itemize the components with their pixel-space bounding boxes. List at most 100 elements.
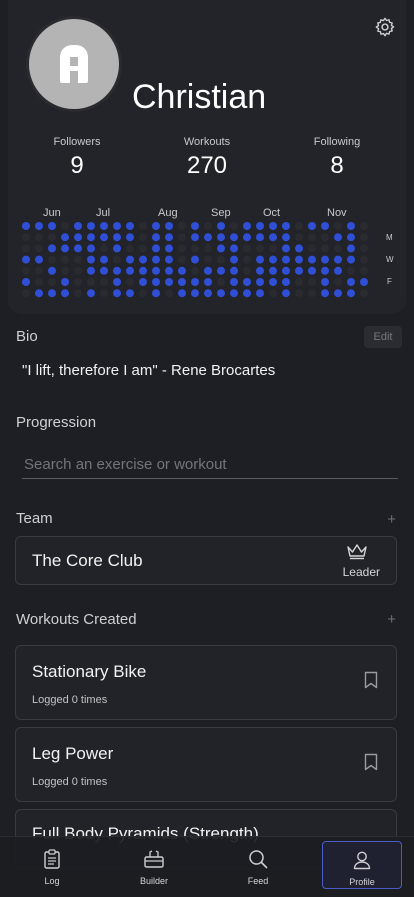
activity-dot xyxy=(321,266,329,275)
workout-logged-count: Logged 0 times xyxy=(32,776,108,788)
activity-dot xyxy=(22,255,30,264)
tab-label: Builder xyxy=(139,876,168,886)
activity-dot xyxy=(334,222,342,230)
activity-dot xyxy=(217,266,225,275)
activity-dot xyxy=(269,255,277,264)
day-label: M xyxy=(386,233,393,242)
activity-dot xyxy=(191,289,199,298)
activity-dot xyxy=(152,244,160,253)
workout-card[interactable]: Leg Power Logged 0 times xyxy=(15,727,397,802)
activity-dot xyxy=(295,233,303,242)
activity-dot xyxy=(334,233,342,242)
activity-dot xyxy=(100,233,108,242)
activity-dot xyxy=(74,278,82,286)
tab-profile[interactable]: Profile xyxy=(322,841,402,889)
activity-dot xyxy=(334,244,342,253)
add-workout-button[interactable]: + xyxy=(387,611,396,628)
activity-dot xyxy=(165,222,173,230)
activity-dot xyxy=(178,289,186,298)
workout-name: Stationary Bike xyxy=(32,662,147,681)
activity-dot xyxy=(152,255,160,264)
activity-dot xyxy=(126,244,134,253)
activity-dot xyxy=(295,255,303,264)
activity-dot xyxy=(113,289,121,298)
activity-dot xyxy=(100,255,108,264)
activity-dot xyxy=(22,233,30,242)
tab-builder[interactable]: Builder xyxy=(114,841,194,889)
activity-dot xyxy=(282,289,290,298)
activity-dot xyxy=(321,222,329,230)
activity-dot xyxy=(48,244,56,253)
activity-dot xyxy=(308,266,316,275)
activity-dot xyxy=(191,266,199,275)
activity-dot xyxy=(74,244,82,253)
stat-following[interactable]: Following 8 xyxy=(287,136,387,180)
gear-icon[interactable] xyxy=(374,16,396,38)
activity-dot xyxy=(360,289,368,298)
activity-dot xyxy=(22,278,30,286)
tab-feed[interactable]: Feed xyxy=(218,841,298,889)
stat-followers[interactable]: Followers 9 xyxy=(27,136,127,180)
activity-dot xyxy=(256,244,264,253)
activity-dot xyxy=(243,233,251,242)
activity-dot xyxy=(100,266,108,275)
team-card[interactable]: The Core Club Leader xyxy=(15,536,397,585)
bio-title: Bio xyxy=(16,328,38,345)
activity-dot xyxy=(139,244,147,253)
activity-dot xyxy=(308,278,316,286)
activity-dot xyxy=(178,278,186,286)
activity-dot xyxy=(256,289,264,298)
activity-dot xyxy=(243,255,251,264)
avatar[interactable] xyxy=(26,16,122,112)
activity-dot xyxy=(22,222,30,230)
activity-dot xyxy=(204,278,212,286)
activity-dot xyxy=(152,222,160,230)
activity-dot xyxy=(74,289,82,298)
stat-workouts[interactable]: Workouts 270 xyxy=(157,136,257,180)
activity-dot xyxy=(204,255,212,264)
add-team-button[interactable]: + xyxy=(387,511,396,528)
bookmark-icon[interactable] xyxy=(364,753,378,771)
activity-dot xyxy=(152,278,160,286)
activity-dot xyxy=(165,289,173,298)
activity-dot xyxy=(347,244,355,253)
activity-dot xyxy=(334,278,342,286)
activity-dot xyxy=(204,222,212,230)
activity-dot xyxy=(360,244,368,253)
exercise-search-input[interactable] xyxy=(22,450,398,479)
activity-dot xyxy=(230,222,238,230)
activity-dot xyxy=(256,266,264,275)
activity-dot xyxy=(256,278,264,286)
activity-dot xyxy=(87,289,95,298)
activity-dot xyxy=(178,244,186,253)
progression-title: Progression xyxy=(16,414,97,431)
activity-dot xyxy=(321,244,329,253)
activity-dot xyxy=(360,222,368,230)
activity-dot xyxy=(230,244,238,253)
tab-log[interactable]: Log xyxy=(12,841,92,889)
activity-dot xyxy=(126,222,134,230)
activity-dot xyxy=(204,289,212,298)
activity-dot xyxy=(35,233,43,242)
bookmark-icon[interactable] xyxy=(364,671,378,689)
activity-dot xyxy=(139,278,147,286)
workout-card[interactable]: Stationary Bike Logged 0 times xyxy=(15,645,397,720)
activity-dot xyxy=(113,255,121,264)
profile-header: Christian Followers 9 Workouts 270 Follo… xyxy=(8,0,406,314)
activity-dot xyxy=(204,233,212,242)
month-label: Aug xyxy=(158,207,178,219)
activity-dot xyxy=(48,289,56,298)
activity-dot xyxy=(152,266,160,275)
toolbox-icon xyxy=(144,850,164,868)
activity-dot xyxy=(35,278,43,286)
activity-dot xyxy=(347,255,355,264)
activity-dot xyxy=(347,222,355,230)
activity-dot xyxy=(243,222,251,230)
activity-dot xyxy=(321,233,329,242)
activity-dot xyxy=(191,255,199,264)
edit-bio-button[interactable]: Edit xyxy=(364,326,402,348)
activity-dot xyxy=(74,255,82,264)
activity-dot xyxy=(113,266,121,275)
activity-dot xyxy=(269,222,277,230)
activity-dot xyxy=(61,266,69,275)
